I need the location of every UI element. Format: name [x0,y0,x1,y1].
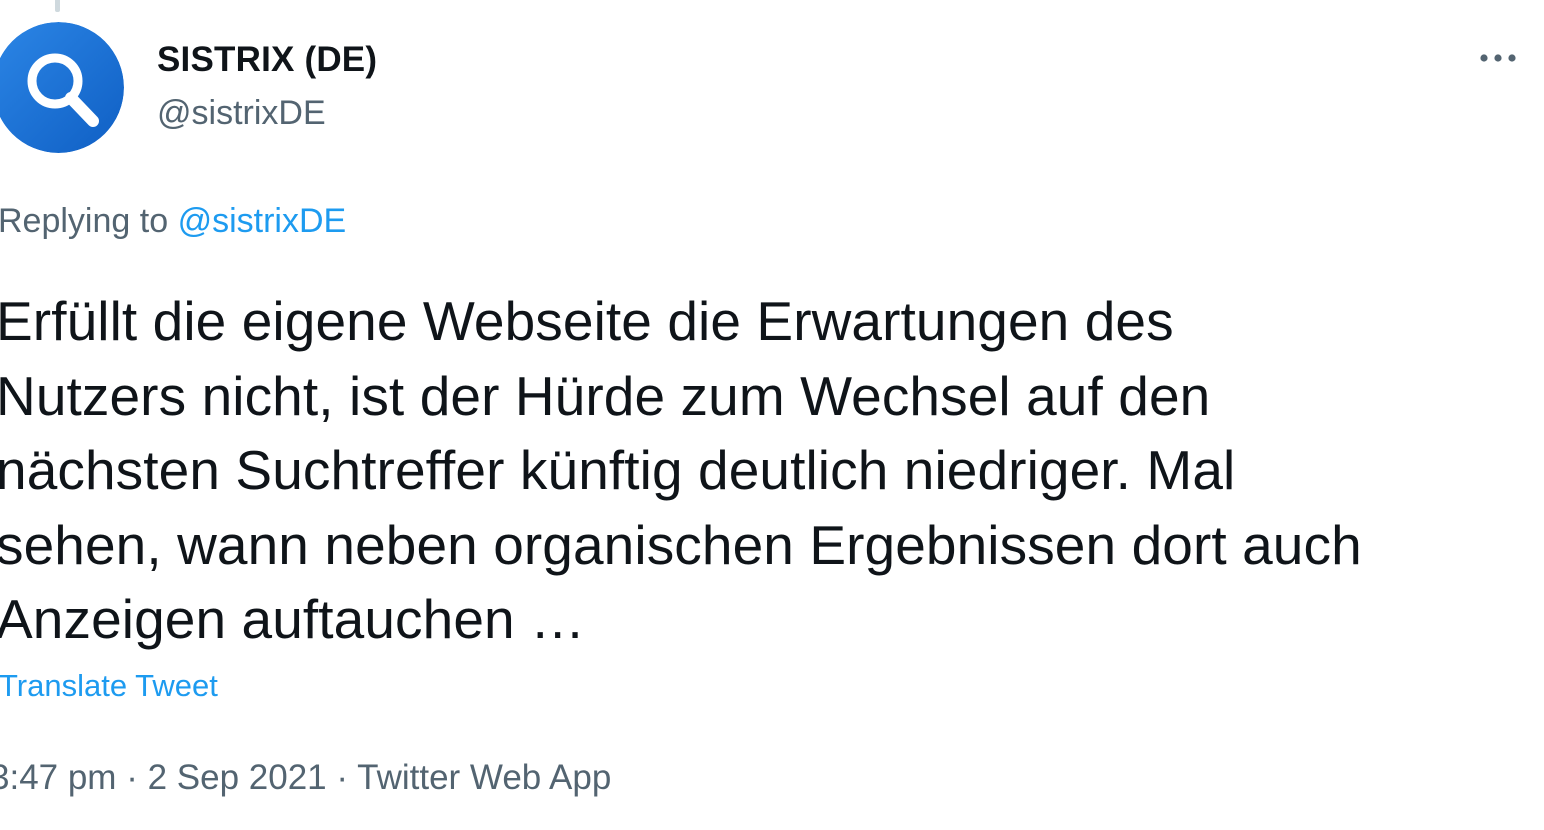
author-display-name[interactable]: SISTRIX (DE) [157,40,377,80]
avatar[interactable] [0,22,124,153]
tweet-text: Erfüllt die eigene Webseite die Erwartun… [0,284,1536,657]
tweet-text-line: nächsten Suchtreffer künftig deutlich ni… [0,439,1236,501]
tweet-source-link[interactable]: Twitter Web App [357,758,611,797]
tweet-text-line: Nutzers nicht, ist der Hürde zum Wechsel… [0,364,1211,427]
meta-separator: · [126,758,138,797]
tweet-detail: SISTRIX (DE) @sistrixDE Replying to @sis… [0,0,1544,830]
more-dots-icon [1480,54,1516,62]
tweet-text-line: Anzeigen auftauchen … [0,588,586,650]
replying-to-label: Replying to [0,202,169,240]
tweet-timestamp[interactable]: 3:47 pm · 2 Sep 2021 [0,758,327,797]
meta-separator: · [336,758,349,797]
author-handle[interactable]: @sistrixDE [157,94,326,133]
more-options-button[interactable] [1468,36,1528,80]
magnifier-icon [0,22,124,153]
tweet-time: 3:47 pm [0,758,117,797]
translate-tweet-link[interactable]: Translate Tweet [0,668,218,704]
tweet-date: 2 Sep 2021 [147,758,327,797]
tweet-text-line: Erfüllt die eigene Webseite die Erwartun… [0,290,1174,352]
thread-connector-line [55,0,60,12]
reply-mention-link[interactable]: @sistrixDE [178,202,347,240]
tweet-meta: 3:47 pm · 2 Sep 2021 · Twitter Web App [0,758,611,798]
tweet-text-line: sehen, wann neben organischen Ergebnisse… [0,513,1362,576]
replying-to-line: Replying to @sistrixDE [0,202,346,241]
